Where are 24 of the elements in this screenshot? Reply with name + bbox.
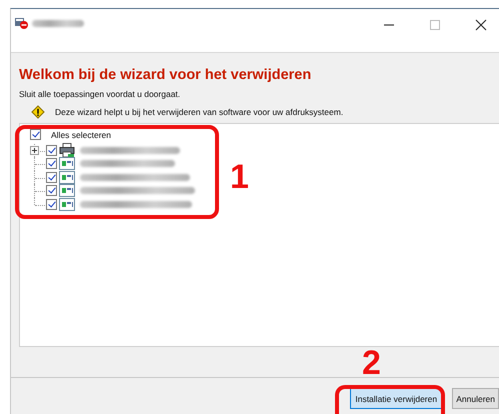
select-all-label: Alles selecteren	[51, 130, 112, 140]
subtitle-text: Sluit alle toepassingen voordat u doorgaat.	[19, 89, 182, 99]
uninstall-button[interactable]: Installatie verwijderen	[350, 388, 442, 409]
component-icon	[59, 198, 75, 211]
close-button[interactable]	[475, 19, 487, 31]
cancel-button[interactable]: Annuleren	[452, 388, 499, 409]
wizard-heading: Welkom bij de wizard voor het verwijderen	[19, 67, 312, 83]
notice-text: Deze wizard helpt u bij het verwijderen van software voor uw afdruksysteem.	[55, 107, 344, 117]
checkbox[interactable]	[46, 172, 57, 183]
checkbox[interactable]	[46, 144, 57, 156]
step-number: 2	[362, 346, 381, 380]
printer-icon	[59, 142, 75, 158]
checkbox[interactable]	[46, 158, 57, 170]
component-icon	[59, 157, 75, 170]
component-icon	[59, 184, 75, 198]
checkbox[interactable]	[30, 129, 41, 140]
blurred-window-title	[32, 20, 84, 26]
warning-icon	[31, 105, 45, 119]
step-number: 1	[230, 160, 249, 194]
checkbox[interactable]	[46, 198, 57, 210]
expand-icon[interactable]	[30, 146, 39, 154]
component-icon	[59, 170, 75, 184]
app-icon	[15, 17, 29, 29]
checkbox[interactable]	[46, 185, 57, 196]
